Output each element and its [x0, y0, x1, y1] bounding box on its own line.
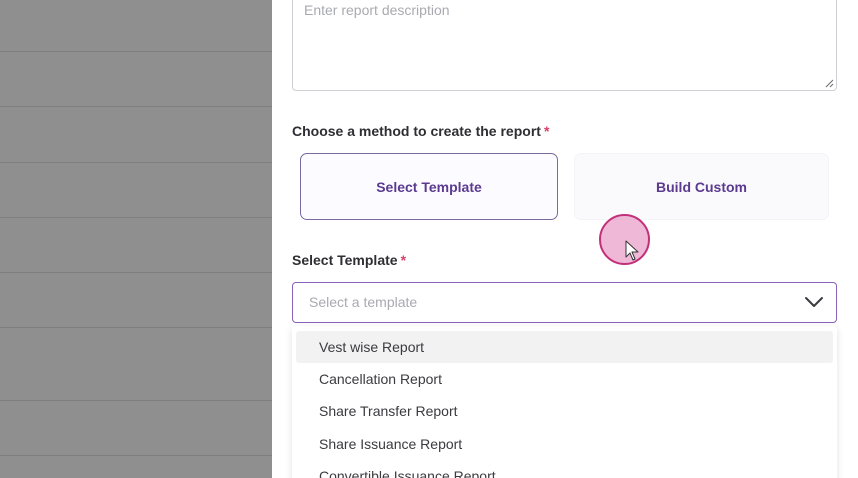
template-option-vest-wise[interactable]: Vest wise Report [296, 331, 833, 363]
background-row-divider [0, 455, 272, 456]
modal-overlay[interactable] [0, 0, 272, 478]
template-label-text: Select Template [292, 252, 398, 268]
select-template-option[interactable]: Select Template [300, 153, 558, 220]
template-option-share-issuance[interactable]: Share Issuance Report [296, 428, 833, 460]
background-row-divider [0, 327, 272, 328]
template-option-cancellation[interactable]: Cancellation Report [296, 363, 833, 395]
template-dropdown-menu: Vest wise Report Cancellation Report Sha… [292, 326, 837, 478]
background-row-divider [0, 106, 272, 107]
create-report-panel: Enter report description Choose a method… [272, 0, 858, 478]
background-row-divider [0, 272, 272, 273]
mouse-pointer-icon [625, 240, 639, 261]
background-row-divider [0, 217, 272, 218]
resize-grip-icon[interactable] [825, 79, 834, 88]
build-custom-option[interactable]: Build Custom [574, 153, 829, 220]
template-select-placeholder: Select a template [309, 294, 418, 310]
template-option-share-transfer[interactable]: Share Transfer Report [296, 395, 833, 427]
required-marker: * [400, 252, 407, 268]
method-label-text: Choose a method to create the report [292, 123, 541, 139]
template-label: Select Template * [292, 252, 406, 268]
template-option-convertible-issuance[interactable]: Convertible Issuance Report [296, 460, 833, 478]
background-row-divider [0, 400, 272, 401]
chevron-down-icon[interactable] [804, 295, 824, 309]
build-custom-option-label: Build Custom [656, 178, 747, 195]
background-row-divider [0, 162, 272, 163]
method-label: Choose a method to create the report * [292, 123, 549, 139]
report-description-textarea[interactable]: Enter report description [292, 0, 837, 91]
select-template-option-label: Select Template [376, 178, 482, 195]
background-row-divider [0, 51, 272, 52]
report-description-placeholder: Enter report description [304, 2, 450, 18]
template-select[interactable]: Select a template [292, 282, 837, 323]
required-marker: * [543, 123, 550, 139]
